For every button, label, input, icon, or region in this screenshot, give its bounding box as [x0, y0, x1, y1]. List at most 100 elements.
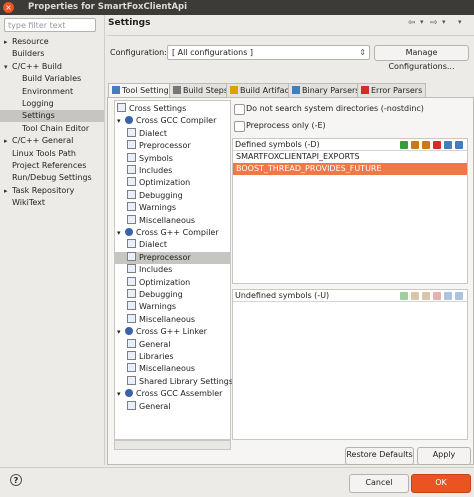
nav-item[interactable]: ▸ Resource	[0, 36, 104, 48]
nav-item-label: Linux Tools Path	[12, 148, 76, 158]
tree-tool-option[interactable]: Debugging	[115, 289, 230, 301]
list-item[interactable]: BOOST_THREAD_PROVIDES_FUTURE	[233, 163, 467, 175]
copy-icon[interactable]	[411, 291, 419, 300]
nav-item[interactable]: Project References	[0, 160, 104, 172]
nav-item[interactable]: Settings	[0, 110, 104, 123]
cancel-button[interactable]: Cancel	[349, 474, 409, 493]
tab-build-artifact[interactable]: Build Artifact	[226, 83, 296, 98]
tree-tool-option[interactable]: General	[115, 338, 230, 351]
nav-item[interactable]: Linux Tools Path	[0, 148, 104, 160]
tree-tool-option[interactable]: Includes	[115, 165, 230, 177]
close-window-icon[interactable]: ×	[3, 2, 14, 13]
nav-item[interactable]: Builders	[0, 48, 104, 60]
expanded-arrow-icon[interactable]: ▾	[117, 388, 125, 400]
option-page-icon	[127, 251, 136, 261]
move-up-icon[interactable]	[444, 291, 452, 300]
tree-tool-option[interactable]: General	[115, 400, 230, 413]
help-icon[interactable]: ?	[10, 474, 22, 486]
delete-icon[interactable]	[433, 291, 441, 300]
tree-tool-option[interactable]: Miscellaneous	[115, 363, 230, 375]
tree-tool-option[interactable]: Preprocessor	[115, 140, 230, 152]
tree-item-label: Debugging	[139, 290, 183, 299]
move-down-icon[interactable]	[455, 140, 463, 149]
option-page-icon	[127, 140, 136, 150]
tree-tool-option[interactable]: Includes	[115, 264, 230, 276]
undefined-symbols-toolbar	[397, 291, 463, 300]
error-parsers-icon	[361, 86, 369, 94]
delete-icon[interactable]	[433, 140, 441, 149]
restore-defaults-button[interactable]: Restore Defaults	[345, 447, 414, 465]
tree-tool-option[interactable]: Dialect	[115, 127, 230, 140]
collapsed-arrow-icon[interactable]: ▸	[4, 135, 12, 147]
nav-item[interactable]: ▾ C/C++ Build	[0, 61, 104, 73]
add-icon[interactable]	[400, 140, 408, 149]
move-up-icon[interactable]	[444, 140, 452, 149]
nav-item[interactable]: Build Variables	[0, 73, 104, 85]
preprocess-only-label: Preprocess only (-E)	[246, 121, 326, 130]
expanded-arrow-icon[interactable]: ▾	[4, 61, 12, 73]
tab-build-steps[interactable]: Build Steps	[169, 83, 233, 98]
forward-icon[interactable]: ⇨	[430, 18, 438, 28]
preprocess-only-checkbox[interactable]	[234, 121, 245, 132]
tree-tool-group[interactable]: ▾ Cross GCC Compiler	[115, 115, 230, 127]
ok-button[interactable]: OK	[411, 474, 471, 493]
move-down-icon[interactable]	[455, 291, 463, 300]
nav-item-label: Task Repository	[12, 185, 75, 195]
nav-item-label: Tool Chain Editor	[22, 123, 90, 133]
pane-divider[interactable]	[104, 15, 105, 465]
tree-tool-option[interactable]: Warnings	[115, 202, 230, 214]
tree-tool-option[interactable]: Debugging	[115, 189, 230, 202]
expanded-arrow-icon[interactable]: ▾	[117, 227, 125, 239]
tab-error-parsers[interactable]: Error Parsers	[357, 83, 427, 98]
edit-icon[interactable]	[422, 291, 430, 300]
nav-item[interactable]: WikiText	[0, 197, 104, 209]
nav-item[interactable]: Tool Chain Editor	[0, 123, 104, 135]
tree-tool-option[interactable]: Cross Settings	[115, 103, 230, 115]
collapsed-arrow-icon[interactable]: ▸	[4, 36, 12, 48]
tree-tool-option[interactable]: Shared Library Settings	[115, 375, 233, 388]
tool-gear-icon	[125, 389, 133, 398]
expanded-arrow-icon[interactable]: ▾	[117, 115, 125, 127]
tree-tool-option[interactable]: Optimization	[115, 177, 230, 189]
nav-item[interactable]: Environment	[0, 86, 104, 98]
back-menu-icon[interactable]: ▾	[420, 18, 424, 26]
option-page-icon	[127, 239, 136, 249]
tree-tool-option[interactable]: Miscellaneous	[115, 313, 230, 326]
nav-item[interactable]: ▸ Task Repository	[0, 185, 104, 197]
nostdinc-checkbox[interactable]	[234, 104, 245, 115]
edit-icon[interactable]	[422, 140, 430, 149]
tree-tool-group[interactable]: ▾ Cross G++ Linker	[115, 326, 230, 338]
nav-item[interactable]: Logging	[0, 98, 104, 110]
filter-input[interactable]: type filter text	[4, 18, 96, 32]
tree-tool-option[interactable]: Dialect	[115, 239, 230, 251]
nav-item[interactable]: ▸ C/C++ General	[0, 135, 104, 147]
forward-menu-icon[interactable]: ▾	[442, 18, 446, 26]
add-icon[interactable]	[400, 291, 408, 300]
tree-tool-option[interactable]: Libraries	[115, 351, 230, 363]
view-menu-icon[interactable]: ▾	[458, 18, 462, 26]
tree-tool-option[interactable]: Symbols	[115, 152, 230, 165]
tree-tool-group[interactable]: ▾ Cross GCC Assembler	[115, 388, 230, 400]
tree-tool-option[interactable]: Miscellaneous	[115, 214, 230, 227]
tree-tool-option[interactable]: Optimization	[115, 276, 230, 289]
tree-tool-option[interactable]: Warnings	[115, 301, 230, 313]
tool-gear-icon	[125, 116, 133, 125]
configuration-select[interactable]: [ All configurations ] ⇕	[167, 45, 370, 60]
apply-button[interactable]: Apply	[417, 447, 471, 465]
copy-icon[interactable]	[411, 140, 419, 149]
tree-item-label: Cross GCC Assembler	[136, 389, 223, 399]
tab-binary-parsers[interactable]: Binary Parsers	[288, 83, 364, 98]
back-icon[interactable]: ⇦	[408, 18, 416, 28]
manage-configurations-button[interactable]: Manage Configurations...	[374, 45, 469, 71]
tree-horizontal-scrollbar[interactable]	[114, 440, 231, 450]
list-item[interactable]: SMARTFOXCLIENTAPI_EXPORTS	[233, 151, 467, 163]
collapsed-arrow-icon[interactable]: ▸	[4, 185, 12, 197]
tree-tool-option[interactable]: Preprocessor	[115, 251, 230, 264]
tree-tool-group[interactable]: ▾ Cross G++ Compiler	[115, 227, 230, 239]
defined-symbols-toolbar	[397, 140, 463, 149]
expanded-arrow-icon[interactable]: ▾	[117, 326, 125, 338]
nav-item[interactable]: Run/Debug Settings	[0, 172, 104, 184]
undefined-symbols-header: Undefined symbols (-U)	[235, 291, 330, 300]
defined-symbols-list: Defined symbols (-D) SMARTFOXCLIENTAPI_E…	[232, 138, 468, 284]
option-page-icon	[127, 177, 136, 187]
